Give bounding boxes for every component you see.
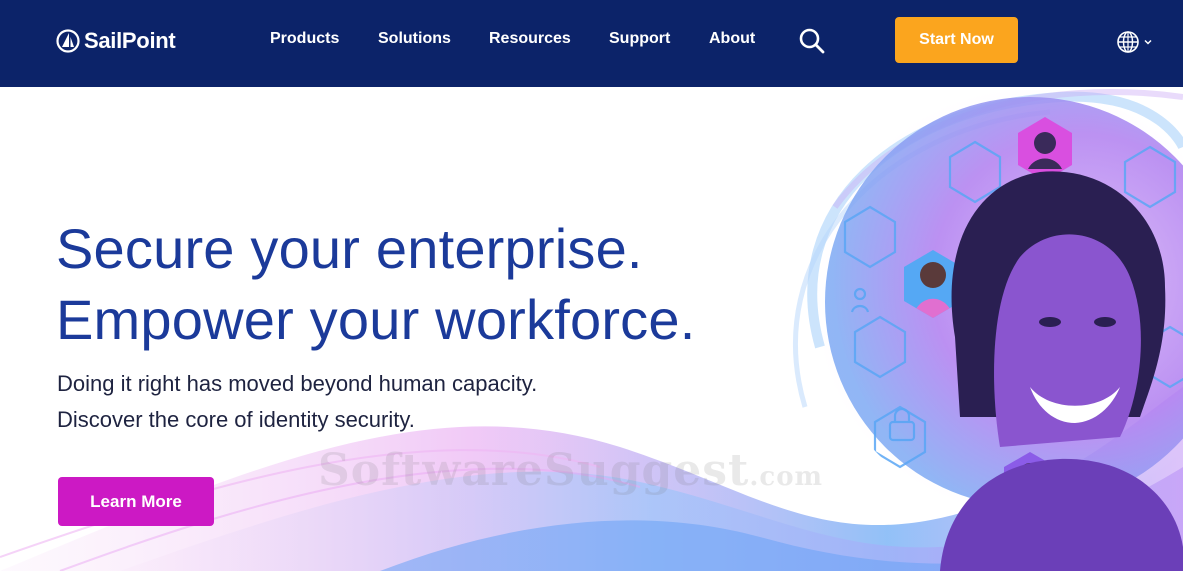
subtext-line-2: Discover the core of identity security. <box>57 407 415 432</box>
hero-section: Secure your enterprise. Empower your wor… <box>0 87 1183 571</box>
sailpoint-logo[interactable]: SailPoint <box>56 26 176 56</box>
nav-item-solutions[interactable]: Solutions <box>378 30 451 48</box>
top-navigation-bar: SailPoint Products Solutions Resources S… <box>0 0 1183 87</box>
globe-icon <box>1117 31 1139 53</box>
nav-item-about[interactable]: About <box>709 30 755 48</box>
hero-headline: Secure your enterprise. Empower your wor… <box>56 213 695 355</box>
watermark: SoftwareSuggest.com <box>318 445 823 496</box>
search-icon[interactable] <box>798 27 826 55</box>
nav-item-support[interactable]: Support <box>609 30 670 48</box>
watermark-suffix: .com <box>749 462 824 492</box>
start-now-button[interactable]: Start Now <box>895 17 1018 63</box>
subtext-line-1: Doing it right has moved beyond human ca… <box>57 371 538 396</box>
nav-item-resources[interactable]: Resources <box>489 30 571 48</box>
nav-item-products[interactable]: Products <box>270 30 339 48</box>
headline-line-1: Secure your enterprise. <box>56 217 643 280</box>
sailpoint-logo-icon <box>56 29 80 53</box>
headline-line-2: Empower your workforce. <box>56 288 696 351</box>
learn-more-button[interactable]: Learn More <box>58 477 214 526</box>
chevron-down-icon <box>1144 39 1152 45</box>
hero-subtext: Doing it right has moved beyond human ca… <box>57 366 537 438</box>
language-selector[interactable] <box>1116 29 1153 55</box>
watermark-text: SoftwareSuggest <box>318 445 750 496</box>
brand-name: SailPoint <box>84 28 176 53</box>
